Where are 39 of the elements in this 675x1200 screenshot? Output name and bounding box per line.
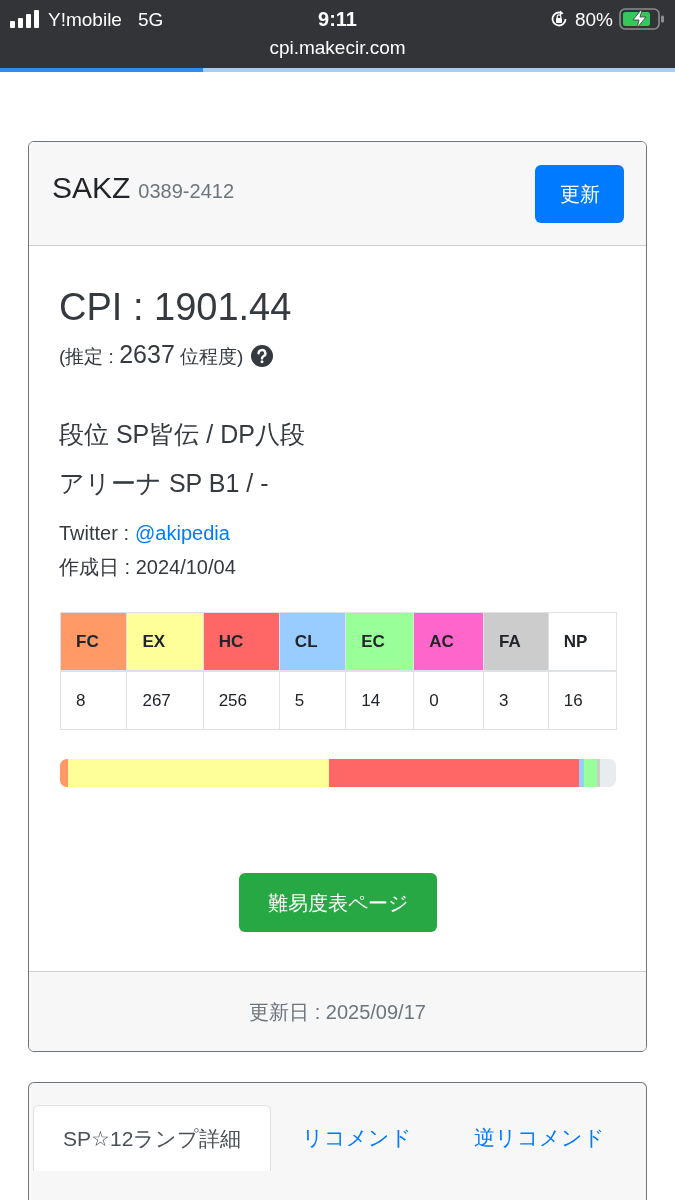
lamp-header-cell: EX [126, 612, 204, 671]
update-button[interactable]: 更新 [535, 164, 624, 223]
difficulty-table-button[interactable]: 難易度表ページ [238, 873, 437, 932]
lamp-count-cell: 267 [126, 670, 204, 730]
rank-estimate: (推定 : 2637 位程度) [59, 339, 244, 370]
dan-rank: 段位 SP皆伝 / DP八段 [59, 419, 305, 450]
lamp-count-cell: 256 [203, 670, 280, 730]
created-date: 作成日 : 2024/10/04 [59, 555, 236, 580]
cpi-score: CPI : 1901.44 [59, 285, 292, 330]
lamp-count-cell: 5 [279, 670, 346, 730]
tab[interactable]: リコメンド [271, 1105, 444, 1171]
lamp-count-cell: 3 [483, 670, 549, 730]
page-url: cpi.makecir.com [269, 38, 406, 57]
lamp-count-cell: 8 [60, 670, 127, 730]
lamp-header-cell: CL [279, 612, 346, 671]
lamp-header-cell: FC [60, 612, 127, 671]
carrier-name: Y!mobile [48, 9, 122, 29]
network-type: 5G [137, 9, 164, 29]
battery-percent: 80% [574, 9, 613, 29]
updated-date: 更新日 : 2025/09/17 [249, 999, 426, 1025]
arena-rank: アリーナ SP B1 / - [59, 468, 269, 499]
player-name: SAKZ [52, 172, 131, 203]
lamp-count-cell: 0 [413, 670, 484, 730]
lamp-count-cell: 16 [548, 670, 617, 730]
lamp-header-cell: HC [203, 612, 280, 671]
signal-icon [10, 10, 40, 28]
lamp-header-cell: AC [413, 612, 484, 671]
lamp-header-cell: EC [345, 612, 414, 671]
tab[interactable]: SP☆12ランプ詳細 [33, 1105, 272, 1171]
lamp-header-cell: NP [548, 612, 617, 671]
twitter-link[interactable]: @akipedia [135, 518, 230, 548]
battery-charging-icon [619, 8, 665, 30]
twitter-label: Twitter : [59, 521, 129, 546]
lamp-header-cell: FA [483, 612, 549, 671]
lamp-count-cell: 14 [345, 670, 414, 730]
player-id: 0389-2412 [138, 180, 234, 201]
tab[interactable]: 逆リコメンド [443, 1105, 637, 1171]
clock-time: 9:11 [318, 9, 357, 29]
help-icon[interactable] [251, 344, 274, 367]
